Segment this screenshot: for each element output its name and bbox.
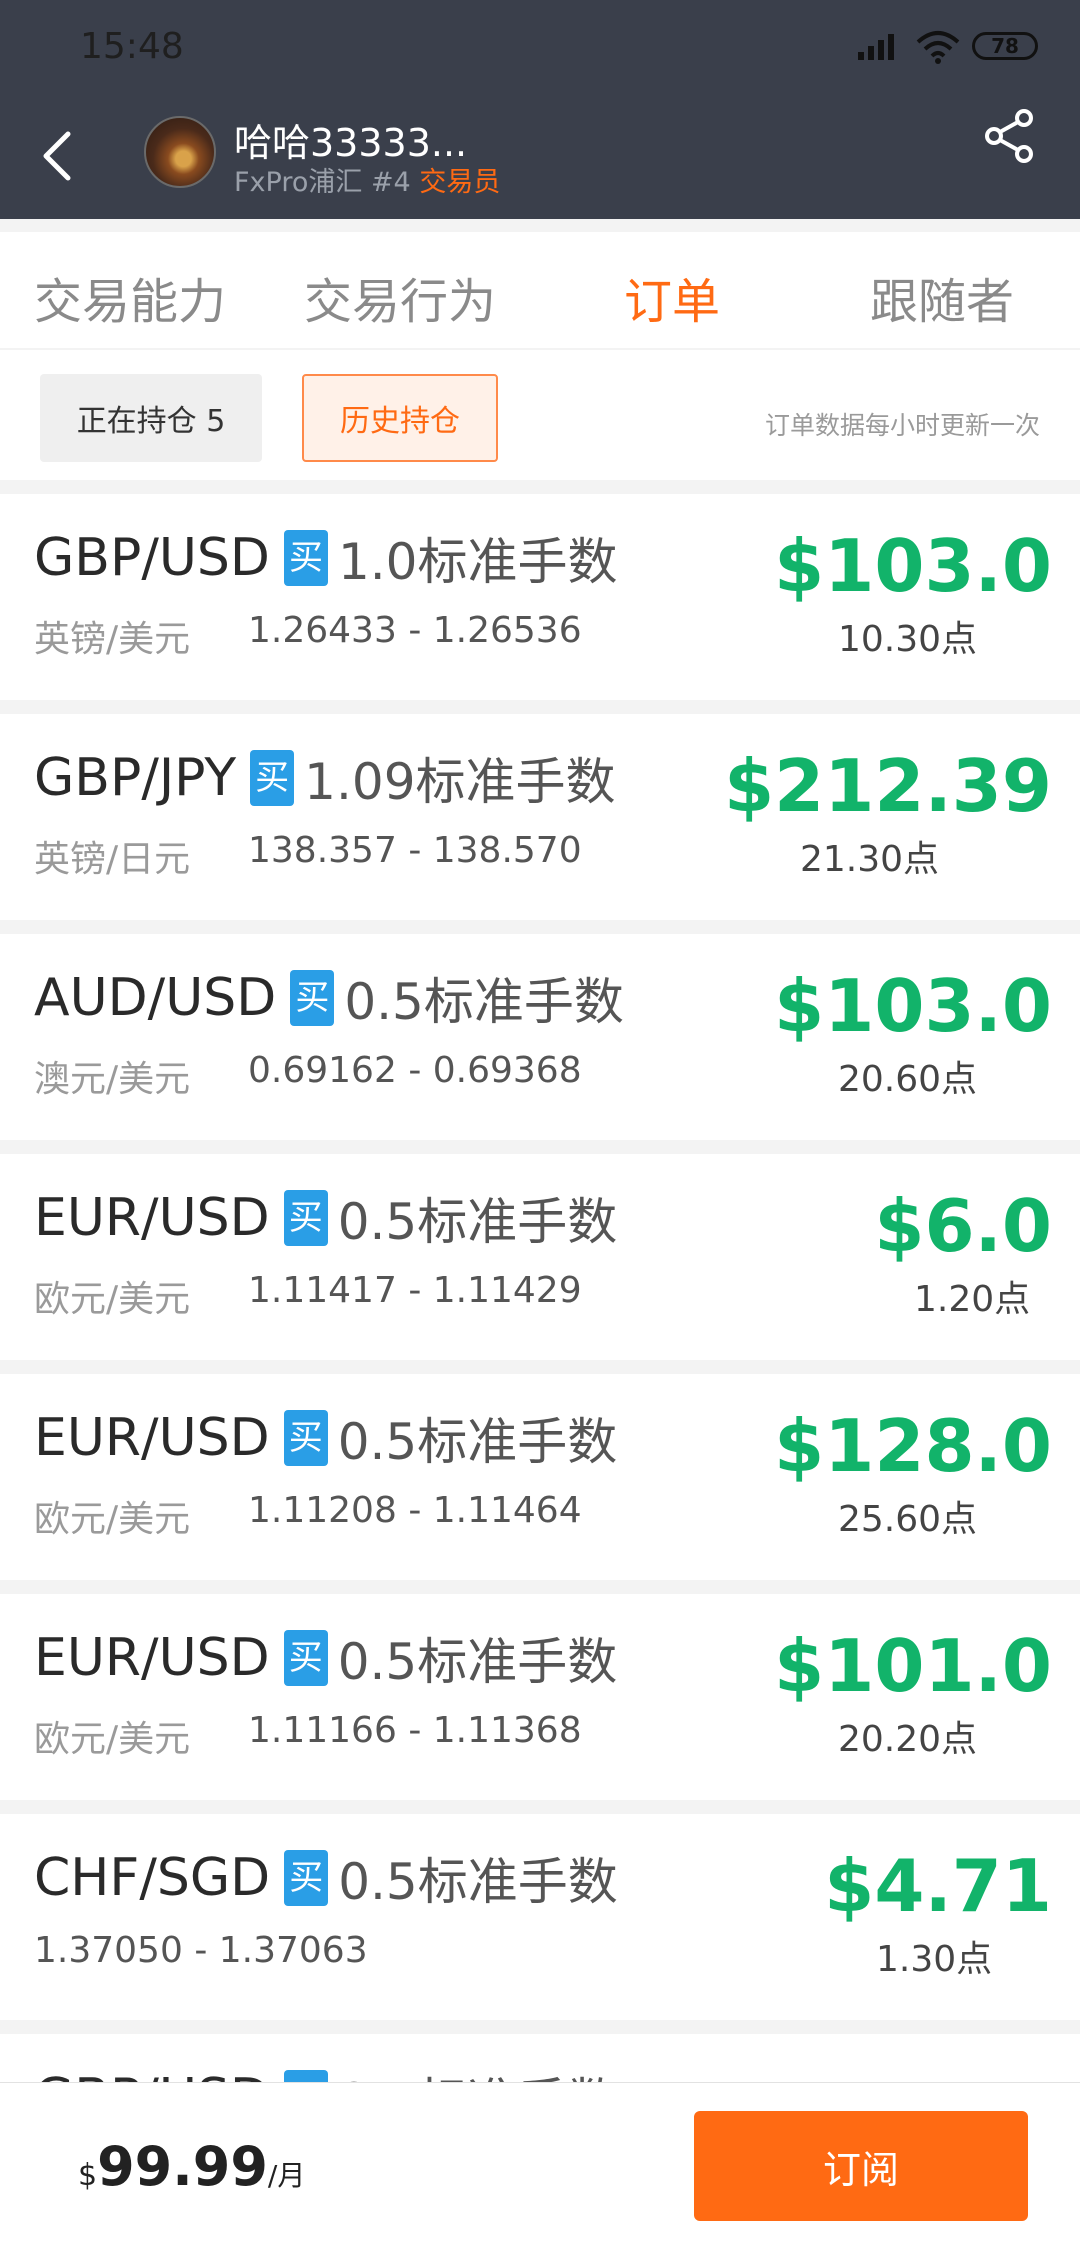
- order-row[interactable]: GBP/JPY 买 1.09标准手数 英镑/日元 138.357 - 138.5…: [0, 714, 1080, 920]
- pair-code: AUD/USD: [34, 968, 277, 1028]
- price-currency: $: [78, 2158, 98, 2193]
- wifi-icon: [916, 31, 960, 64]
- pair-name-cn: 澳元/美元: [34, 1059, 191, 1100]
- buy-badge: 买: [283, 1630, 328, 1686]
- buy-badge: 买: [283, 1410, 328, 1466]
- subscribe-button[interactable]: 订阅: [694, 2111, 1028, 2221]
- order-row[interactable]: GBP/USD 买 1.0标准手数 英镑/美元 1.26433 - 1.2653…: [0, 494, 1080, 700]
- order-row[interactable]: AUD/USD 买 0.5标准手数 澳元/美元 0.69162 - 0.6936…: [0, 934, 1080, 1140]
- buy-badge: 买: [283, 530, 328, 586]
- profit-points: 1.30点: [876, 1939, 993, 1980]
- buy-badge: 买: [284, 1850, 329, 1906]
- profit-points: 1.20点: [914, 1279, 1031, 1320]
- app-header: 15:48 78 哈哈33333... FxPro浦汇 #4 交易员: [0, 0, 1080, 219]
- profit-points: 21.30点: [800, 839, 940, 880]
- signal-icon: [858, 34, 894, 60]
- pair-code: EUR/USD: [34, 1188, 270, 1248]
- pair-name-cn: 英镑/美元: [34, 619, 191, 660]
- price-range: 0.69162 - 0.69368: [248, 1050, 582, 1091]
- pair-code: GBP/JPY: [34, 748, 237, 808]
- avatar[interactable]: [144, 116, 216, 188]
- profit-points: 20.20点: [838, 1719, 978, 1760]
- price-range: 1.26433 - 1.26536: [248, 610, 582, 651]
- order-pair: GBP/USD 买 1.0标准手数: [34, 522, 618, 594]
- order-pair: GBP/JPY 买 1.09标准手数: [34, 742, 616, 814]
- order-pair: CHF/SGD 买 0.5标准手数: [34, 1842, 618, 1914]
- order-row[interactable]: CHF/SGD 买 0.5标准手数 1.37050 - 1.37063 $4.7…: [0, 1814, 1080, 2020]
- history-positions-button[interactable]: 历史持仓: [302, 374, 498, 462]
- order-row[interactable]: EUR/USD 买 0.5标准手数 欧元/美元 1.11166 - 1.1136…: [0, 1594, 1080, 1800]
- share-icon[interactable]: [980, 106, 1040, 166]
- price-range: 1.37050 - 1.37063: [34, 1930, 368, 1971]
- price-range: 138.357 - 138.570: [248, 830, 582, 871]
- profit-amount: $101.0: [774, 1624, 1052, 1708]
- pair-code: CHF/SGD: [34, 1848, 271, 1908]
- lot-size: 1.0标准手数: [337, 533, 618, 591]
- status-bar: 15:48 78: [0, 0, 1080, 90]
- status-time: 15:48: [80, 26, 184, 67]
- tab-trading-ability[interactable]: 交易能力: [34, 262, 226, 332]
- update-note: 订单数据每小时更新一次: [764, 411, 1040, 440]
- profit-amount: $212.39: [724, 744, 1052, 828]
- profit-points: 25.60点: [838, 1499, 978, 1540]
- price-range: 1.11417 - 1.11429: [248, 1270, 582, 1311]
- lot-size: 0.5标准手数: [338, 1853, 618, 1911]
- trader-rank: #4: [370, 167, 411, 198]
- profit-points: 20.60点: [838, 1059, 978, 1100]
- order-pair: EUR/USD 买 0.5标准手数: [34, 1622, 617, 1694]
- pair-name-cn: 欧元/美元: [34, 1499, 191, 1540]
- pair-name-cn: 英镑/日元: [34, 839, 191, 880]
- order-row[interactable]: EUR/USD 买 0.5标准手数 欧元/美元 1.11417 - 1.1142…: [0, 1154, 1080, 1360]
- price-range: 1.11166 - 1.11368: [248, 1710, 582, 1751]
- tab-bar: 交易能力 交易行为 订单 跟随者: [0, 232, 1080, 348]
- trader-name: 哈哈33333...: [234, 121, 468, 165]
- open-positions-button[interactable]: 正在持仓 5: [40, 374, 262, 462]
- subscription-price: $99.99/月: [78, 2135, 305, 2198]
- broker-name: FxPro浦汇: [234, 167, 363, 198]
- tab-followers[interactable]: 跟随者: [870, 262, 1014, 332]
- profit-amount: $103.0: [774, 964, 1052, 1048]
- profit-amount: $4.71: [824, 1844, 1052, 1928]
- trader-role: 交易员: [419, 167, 501, 198]
- profit-amount: $6.0: [874, 1184, 1052, 1268]
- filter-bar: 正在持仓 5 历史持仓 订单数据每小时更新一次: [0, 350, 1080, 480]
- buy-badge: 买: [290, 970, 335, 1026]
- lot-size: 0.5标准手数: [337, 1193, 618, 1251]
- price-range: 1.11208 - 1.11464: [248, 1490, 582, 1531]
- profit-amount: $128.0: [774, 1404, 1052, 1488]
- pair-code: EUR/USD: [34, 1628, 270, 1688]
- pair-name-cn: 欧元/美元: [34, 1279, 191, 1320]
- order-pair: EUR/USD 买 0.5标准手数: [34, 1402, 617, 1474]
- price-unit: /月: [267, 2159, 306, 2192]
- profit-points: 10.30点: [838, 619, 978, 660]
- trader-subtitle: FxPro浦汇 #4 交易员: [234, 160, 500, 199]
- pair-name-cn: 欧元/美元: [34, 1719, 191, 1760]
- pair-code: EUR/USD: [34, 1408, 270, 1468]
- lot-size: 0.5标准手数: [337, 1633, 618, 1691]
- price-amount: 99.99: [97, 2135, 268, 2198]
- lot-size: 0.5标准手数: [344, 973, 624, 1031]
- subscription-bar: $99.99/月 订阅: [0, 2082, 1080, 2248]
- battery-indicator: 78: [972, 32, 1038, 60]
- pair-code: GBP/USD: [34, 528, 270, 588]
- tab-orders[interactable]: 订单: [624, 262, 720, 332]
- tab-trading-behavior[interactable]: 交易行为: [304, 262, 496, 332]
- buy-badge: 买: [283, 1190, 328, 1246]
- profit-amount: $103.0: [774, 524, 1052, 608]
- buy-badge: 买: [250, 750, 295, 806]
- lot-size: 1.09标准手数: [304, 753, 616, 811]
- order-row[interactable]: EUR/USD 买 0.5标准手数 欧元/美元 1.11208 - 1.1146…: [0, 1374, 1080, 1580]
- order-pair: AUD/USD 买 0.5标准手数: [34, 962, 624, 1034]
- order-pair: EUR/USD 买 0.5标准手数: [34, 1182, 617, 1254]
- lot-size: 0.5标准手数: [337, 1413, 618, 1471]
- back-icon[interactable]: [30, 120, 82, 190]
